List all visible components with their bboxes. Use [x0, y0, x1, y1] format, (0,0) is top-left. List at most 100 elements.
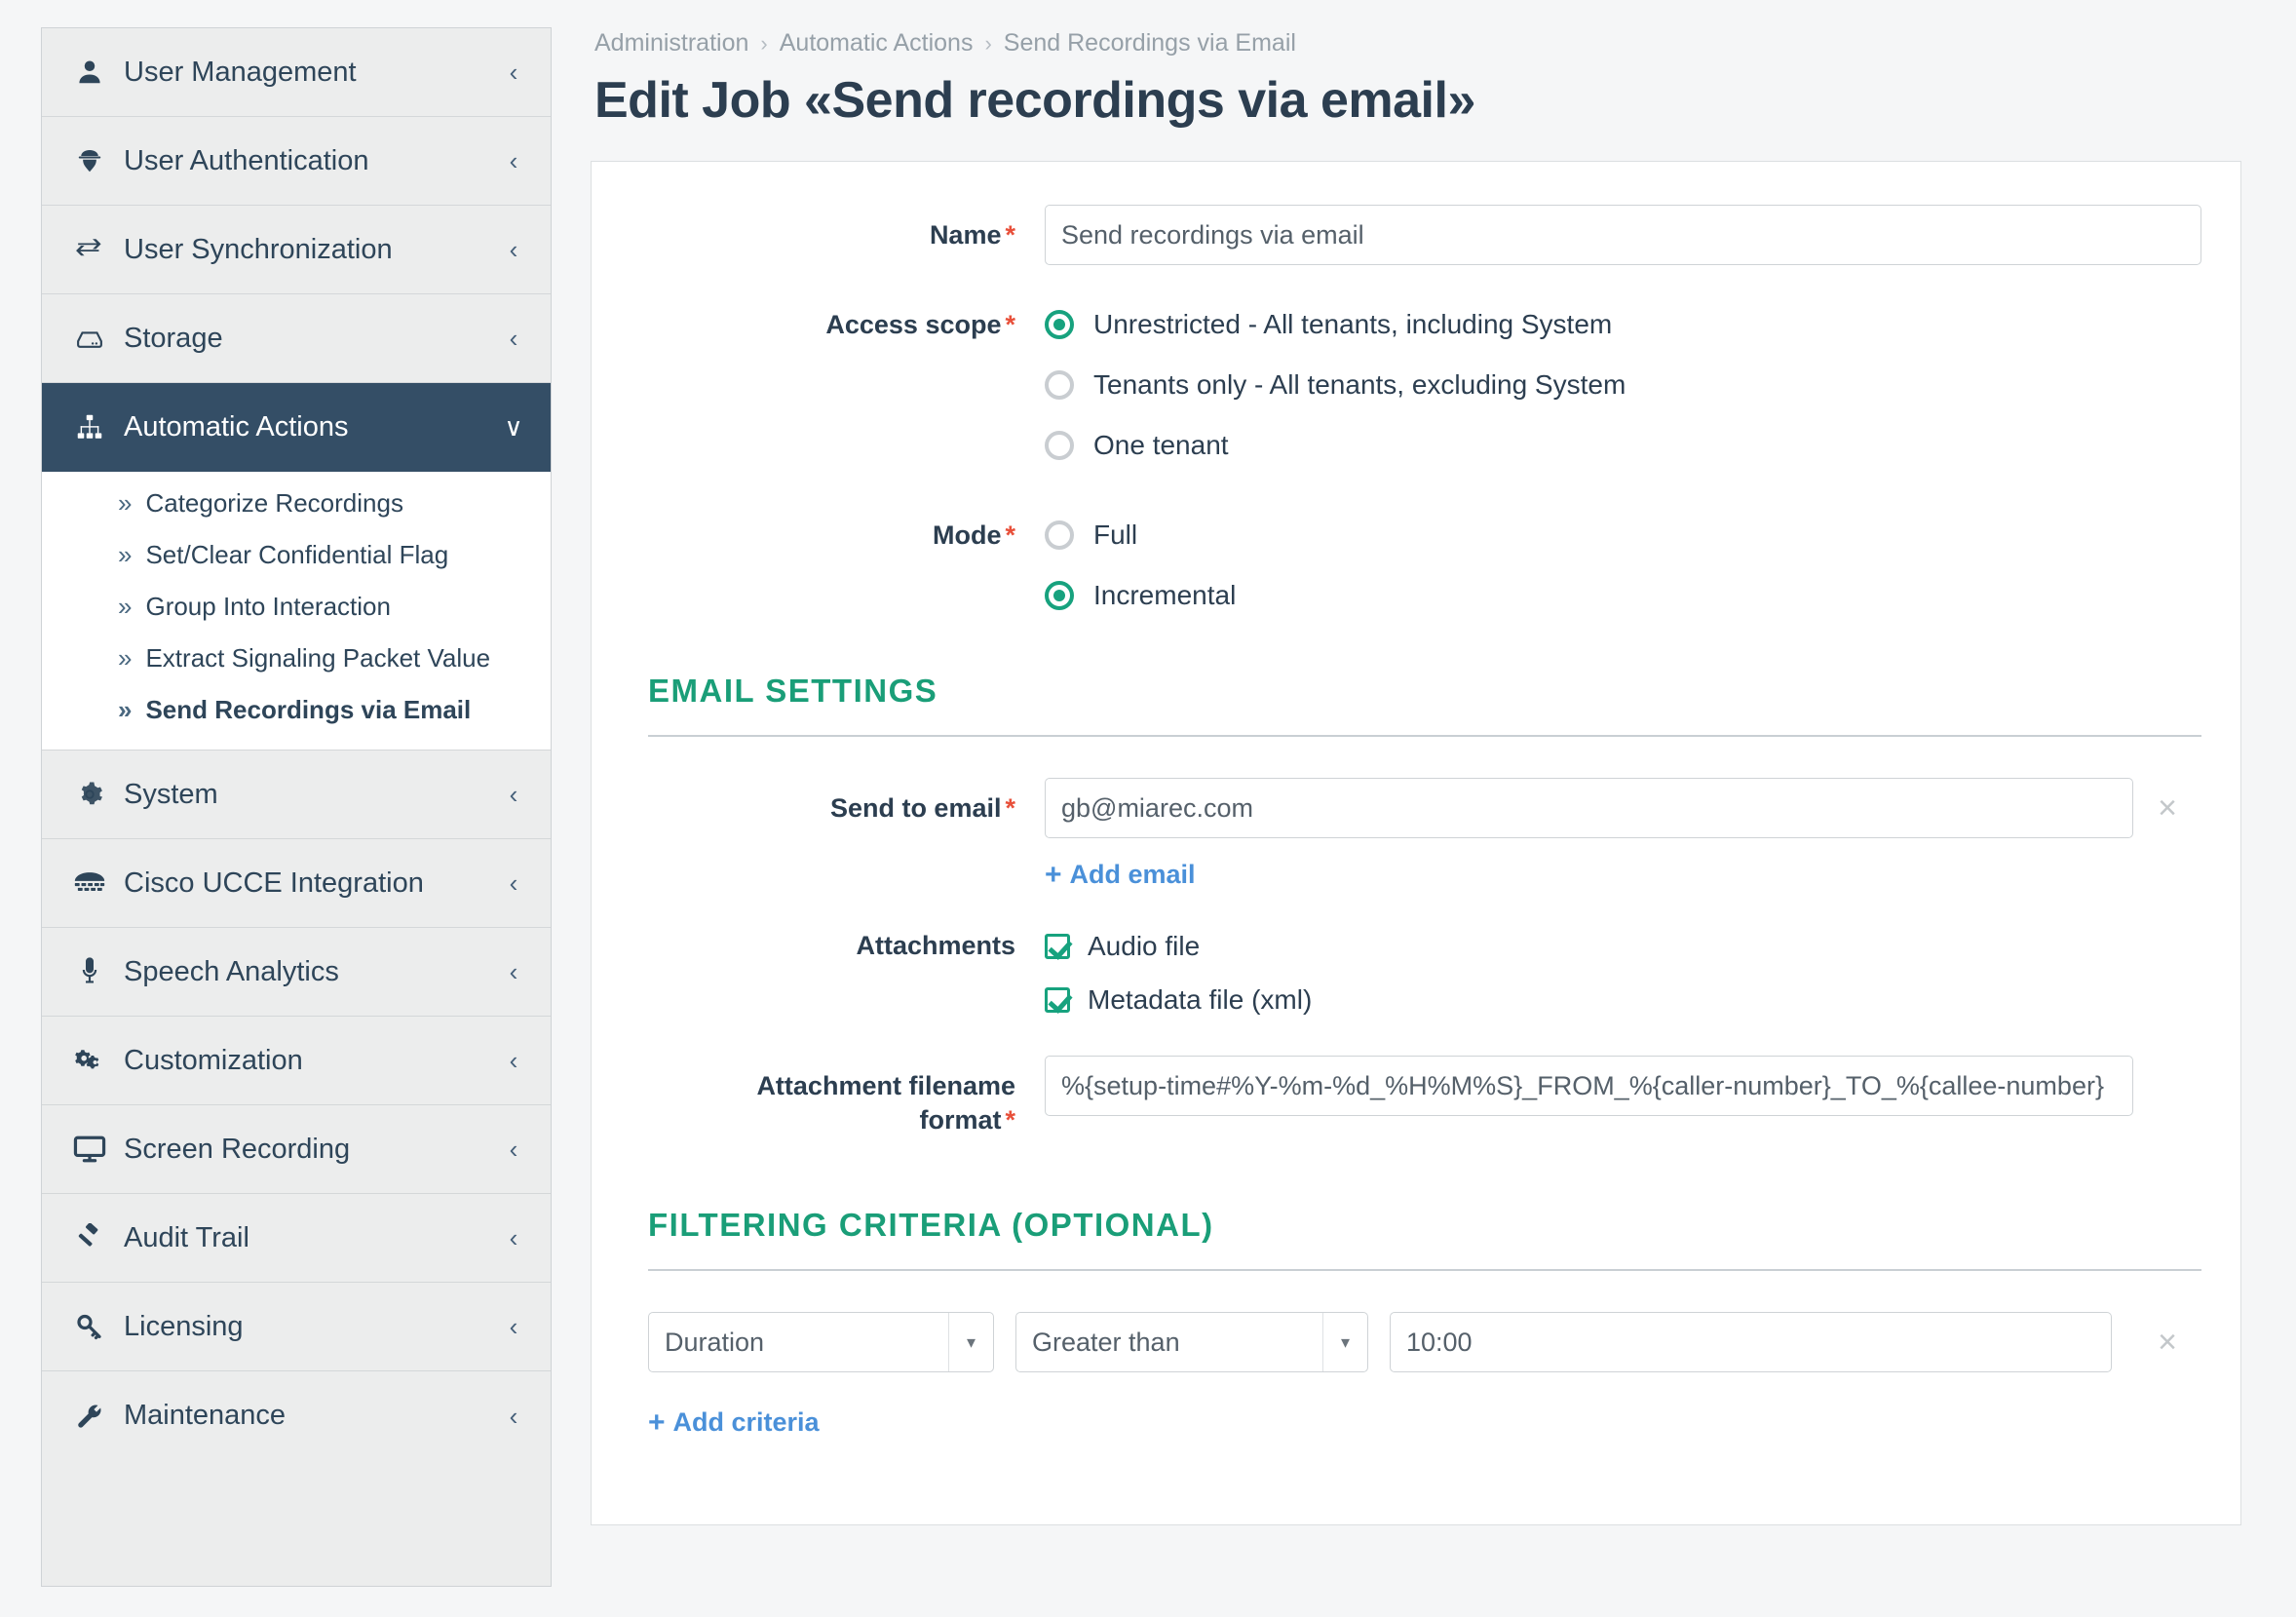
edit-job-form-card: Name* Access scope* Unrestricted - All t… [591, 161, 2241, 1525]
radio-unselected-icon[interactable] [1045, 370, 1074, 400]
send-to-email-input[interactable] [1045, 778, 2133, 838]
submenu-item-label: Send Recordings via Email [145, 695, 472, 724]
chevron-left-icon[interactable]: ‹ [502, 1225, 525, 1251]
submenu-item-extract-signaling-packet-value[interactable]: » Extract Signaling Packet Value [42, 633, 551, 684]
chevron-left-icon[interactable]: ‹ [502, 148, 525, 173]
sidebar-item-label: User Authentication [124, 144, 369, 176]
submenu-item-send-recordings-via-email[interactable]: » Send Recordings via Email [42, 684, 551, 736]
attachments-checkbox-group: Audio file Metadata file (xml) [1045, 919, 2201, 1026]
remove-email-button[interactable]: × [2133, 778, 2201, 838]
user-secret-icon [67, 143, 112, 178]
attachment-filename-format-label: Attachment filename format * [631, 1056, 1045, 1136]
radio-mode-incremental[interactable]: Incremental [1045, 565, 2201, 626]
mode-label: Mode * [631, 505, 1045, 553]
submenu-item-set-clear-confidential-flag[interactable]: » Set/Clear Confidential Flag [42, 529, 551, 581]
sidebar-item-storage[interactable]: Storage ‹ [42, 294, 551, 383]
criteria-field-select[interactable]: Duration ▾ [648, 1312, 994, 1373]
desktop-icon [67, 1132, 112, 1167]
admin-sidebar: User Management ‹ User Authentication ‹ … [41, 27, 552, 1587]
sidebar-item-user-synchronization[interactable]: User Synchronization ‹ [42, 206, 551, 294]
sidebar-item-user-authentication[interactable]: User Authentication ‹ [42, 117, 551, 206]
app-root: User Management ‹ User Authentication ‹ … [0, 0, 2296, 1617]
radio-unselected-icon[interactable] [1045, 520, 1074, 550]
add-email-button[interactable]: + Add email [1045, 860, 1196, 890]
remove-criteria-button[interactable]: × [2133, 1312, 2201, 1372]
chevron-left-icon[interactable]: ‹ [502, 1048, 525, 1073]
sidebar-item-automatic-actions[interactable]: Automatic Actions ∨ [42, 383, 551, 472]
criteria-field-value: Duration [665, 1327, 765, 1357]
sidebar-item-audit-trail[interactable]: Audit Trail ‹ [42, 1194, 551, 1283]
checkbox-metadata-file[interactable]: Metadata file (xml) [1045, 973, 2201, 1026]
breadcrumb-item-send-recordings-via-email[interactable]: Send Recordings via Email [1004, 29, 1296, 58]
required-marker: * [1005, 520, 1015, 550]
sidebar-item-maintenance[interactable]: Maintenance ‹ [42, 1371, 551, 1460]
radio-label: Full [1093, 520, 1138, 550]
mode-label-text: Mode [932, 520, 1002, 550]
section-heading-filtering-criteria: FILTERING CRITERIA (OPTIONAL) [648, 1207, 1214, 1244]
criteria-row: Duration ▾ Greater than ▾ × [648, 1312, 2201, 1373]
name-input[interactable] [1045, 205, 2201, 265]
cogs-icon [67, 1043, 112, 1078]
key-icon [67, 1309, 112, 1344]
required-marker: * [1005, 1104, 1015, 1135]
criteria-operator-select[interactable]: Greater than ▾ [1015, 1312, 1368, 1373]
add-email-label: Add email [1069, 860, 1196, 889]
sidebar-item-licensing[interactable]: Licensing ‹ [42, 1283, 551, 1371]
sidebar-item-label: Storage [124, 322, 223, 354]
sidebar-item-label: Automatic Actions [124, 410, 349, 443]
hdd-icon [67, 321, 112, 356]
chevron-down-icon[interactable]: ∨ [502, 414, 525, 440]
checkbox-label: Metadata file (xml) [1088, 983, 1313, 1015]
chevron-double-right-icon: » [118, 592, 133, 621]
attachments-label: Attachments [631, 919, 1045, 963]
chevron-left-icon[interactable]: ‹ [502, 1314, 525, 1339]
submenu-item-categorize-recordings[interactable]: » Categorize Recordings [42, 478, 551, 529]
phone-icon [67, 866, 112, 901]
chevron-left-icon[interactable]: ‹ [502, 782, 525, 807]
breadcrumb-item-administration[interactable]: Administration [594, 29, 748, 58]
breadcrumb-separator-icon: › [984, 30, 992, 56]
radio-label: Tenants only - All tenants, excluding Sy… [1093, 369, 1626, 400]
mode-radio-group: Full Incremental [1045, 505, 2201, 626]
chevron-left-icon[interactable]: ‹ [502, 1136, 525, 1162]
chevron-left-icon[interactable]: ‹ [502, 959, 525, 984]
chevron-left-icon[interactable]: ‹ [502, 237, 525, 262]
submenu-item-group-into-interaction[interactable]: » Group Into Interaction [42, 581, 551, 633]
checkbox-checked-icon[interactable] [1045, 986, 1070, 1013]
sidebar-item-speech-analytics[interactable]: Speech Analytics ‹ [42, 928, 551, 1017]
sidebar-item-cisco-ucce-integration[interactable]: Cisco UCCE Integration ‹ [42, 839, 551, 928]
chevron-down-icon[interactable]: ▾ [948, 1313, 993, 1372]
access-scope-label-text: Access scope [825, 310, 1002, 339]
sidebar-item-system[interactable]: System ‹ [42, 751, 551, 839]
radio-access-scope-unrestricted[interactable]: Unrestricted - All tenants, including Sy… [1045, 294, 2201, 355]
radio-mode-full[interactable]: Full [1045, 505, 2201, 565]
chevron-down-icon[interactable]: ▾ [1322, 1313, 1367, 1372]
chevron-left-icon[interactable]: ‹ [502, 59, 525, 85]
add-criteria-button[interactable]: + Add criteria [648, 1407, 820, 1438]
radio-selected-icon[interactable] [1045, 581, 1074, 610]
radio-selected-icon[interactable] [1045, 310, 1074, 339]
sidebar-item-screen-recording[interactable]: Screen Recording ‹ [42, 1105, 551, 1194]
checkbox-audio-file[interactable]: Audio file [1045, 919, 2201, 973]
radio-unselected-icon[interactable] [1045, 431, 1074, 460]
sidebar-item-customization[interactable]: Customization ‹ [42, 1017, 551, 1105]
attachment-filename-format-label-line2: format [919, 1104, 1002, 1135]
radio-access-scope-one-tenant[interactable]: One tenant [1045, 415, 2201, 476]
breadcrumb-item-automatic-actions[interactable]: Automatic Actions [780, 29, 974, 58]
chevron-left-icon[interactable]: ‹ [502, 1404, 525, 1429]
attachment-filename-format-input[interactable] [1045, 1056, 2133, 1116]
sidebar-item-user-management[interactable]: User Management ‹ [42, 28, 551, 117]
radio-access-scope-tenants-only[interactable]: Tenants only - All tenants, excluding Sy… [1045, 355, 2201, 415]
required-marker: * [1005, 220, 1015, 250]
breadcrumb-separator-icon: › [760, 30, 768, 56]
add-criteria-label: Add criteria [672, 1407, 820, 1438]
sidebar-item-label: Licensing [124, 1310, 244, 1342]
user-icon [67, 55, 112, 90]
checkbox-label: Audio file [1088, 930, 1201, 961]
chevron-left-icon[interactable]: ‹ [502, 326, 525, 351]
checkbox-checked-icon[interactable] [1045, 933, 1070, 959]
criteria-value-input[interactable] [1390, 1312, 2112, 1373]
chevron-left-icon[interactable]: ‹ [502, 870, 525, 896]
attachments-label-text: Attachments [856, 931, 1015, 960]
sidebar-item-label: User Synchronization [124, 233, 393, 265]
